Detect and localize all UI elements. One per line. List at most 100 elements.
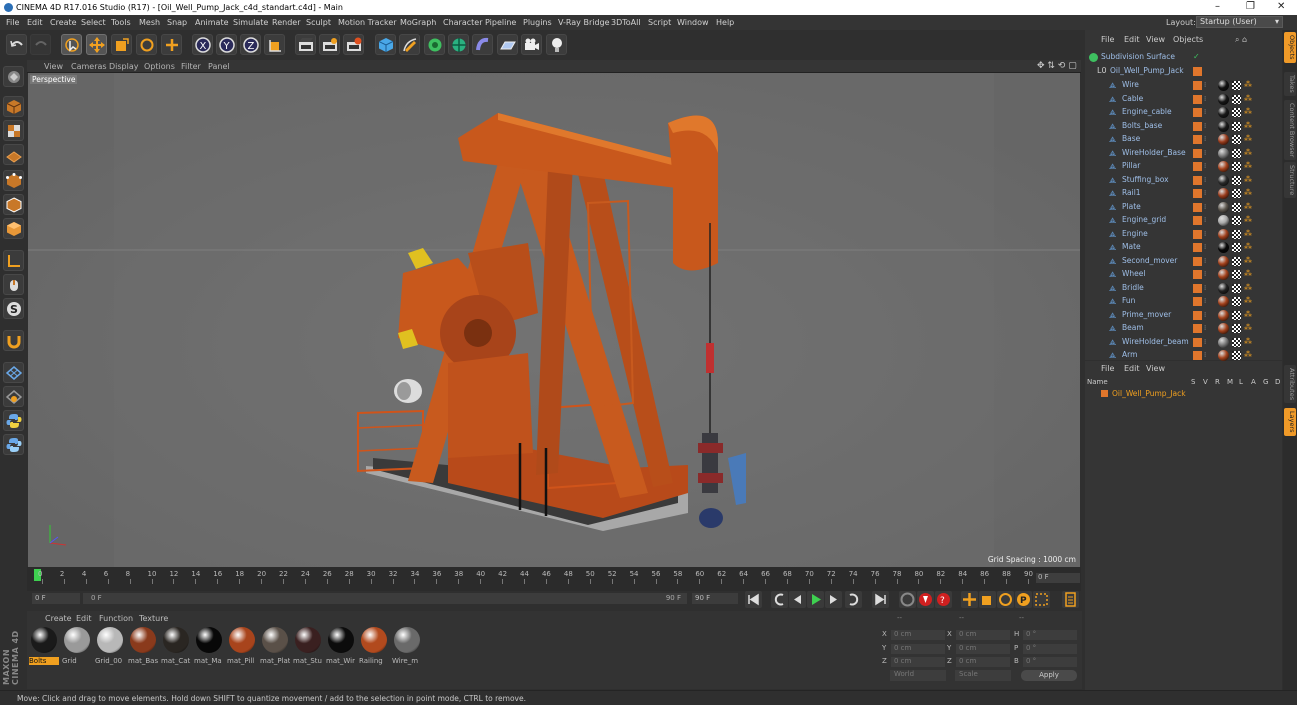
- key-position-icon[interactable]: [961, 591, 978, 608]
- size-mode-dropdown[interactable]: Scale: [955, 670, 1011, 681]
- texture-tag-icon[interactable]: ⁂: [1244, 148, 1254, 158]
- material-tag-icon[interactable]: [1218, 350, 1229, 361]
- layer-flag-column[interactable]: G: [1263, 378, 1268, 386]
- layer-color-swatch[interactable]: [1193, 243, 1202, 252]
- object-row[interactable]: ⟁ Plate ⁞ ⁂: [1085, 201, 1282, 215]
- cube-primitive-icon[interactable]: [375, 34, 396, 55]
- python-script-icon[interactable]: [3, 410, 24, 431]
- motion-record-icon[interactable]: [899, 591, 916, 608]
- texture-tag-icon[interactable]: ⁂: [1244, 94, 1254, 104]
- objects-menu-objects[interactable]: Objects: [1173, 35, 1203, 44]
- texture-tag-icon[interactable]: ⁂: [1244, 134, 1254, 144]
- texture-tag-icon[interactable]: ⁂: [1244, 310, 1254, 320]
- object-row[interactable]: ⟁ Stuffing_box ⁞ ⁂: [1085, 174, 1282, 188]
- menu-render[interactable]: Render: [272, 18, 300, 27]
- texture-tag-icon[interactable]: ⁂: [1244, 188, 1254, 198]
- menu-tools[interactable]: Tools: [111, 18, 131, 27]
- visibility-dots-icon[interactable]: ⁞: [1204, 257, 1207, 266]
- layer-color-swatch[interactable]: [1193, 202, 1202, 212]
- visibility-dots-icon[interactable]: ⁞: [1204, 176, 1207, 185]
- key-rotation-icon[interactable]: [997, 591, 1014, 608]
- end-frame-field[interactable]: 90 F: [692, 593, 738, 604]
- texture-tag-icon[interactable]: ⁂: [1244, 283, 1254, 293]
- object-row-group[interactable]: L0 Oil_Well_Pump_Jack: [1085, 65, 1282, 79]
- texture-tag-icon[interactable]: ⁂: [1244, 296, 1254, 306]
- tab-objects[interactable]: Objects: [1284, 32, 1296, 63]
- previous-frame-icon[interactable]: [789, 591, 806, 608]
- floor-icon[interactable]: [497, 34, 518, 55]
- play-icon[interactable]: [807, 591, 824, 608]
- uvw-tag-icon[interactable]: [1232, 94, 1241, 104]
- object-row[interactable]: ⟁ Base ⁞ ⁂: [1085, 133, 1282, 147]
- layer-color-swatch[interactable]: [1193, 351, 1202, 360]
- polygons-mode-icon[interactable]: [3, 218, 24, 239]
- viewport-menu-options[interactable]: Options: [144, 62, 175, 71]
- visibility-dots-icon[interactable]: ⁞: [1204, 351, 1207, 360]
- go-to-end-icon[interactable]: [872, 591, 889, 608]
- scale-tool-icon[interactable]: [111, 34, 132, 55]
- visibility-dots-icon[interactable]: ⁞: [1204, 230, 1207, 239]
- visibility-dots-icon[interactable]: ⁞: [1204, 135, 1207, 144]
- visibility-dots-icon[interactable]: ⁞: [1204, 324, 1207, 333]
- x-axis-lock-icon[interactable]: X: [192, 34, 213, 55]
- material-tag-icon[interactable]: [1218, 120, 1229, 132]
- texture-tag-icon[interactable]: ⁂: [1244, 337, 1254, 347]
- coordinate-value-field[interactable]: 0 °: [1023, 643, 1077, 654]
- material-tag-icon[interactable]: [1218, 107, 1229, 118]
- material-swatch[interactable]: mat_Pill: [227, 626, 257, 674]
- next-key-icon[interactable]: [845, 591, 862, 608]
- material-swatch[interactable]: mat_Plat: [260, 626, 290, 674]
- rotate-tool-icon[interactable]: [136, 34, 157, 55]
- menu-vray-bridge[interactable]: V-Ray Bridge: [558, 18, 610, 27]
- layer-color-swatch[interactable]: [1193, 283, 1202, 293]
- coordinate-system-icon[interactable]: [264, 34, 285, 55]
- menu-pipeline[interactable]: Pipeline: [485, 18, 516, 27]
- camera-icon[interactable]: [521, 34, 542, 55]
- material-tag-icon[interactable]: [1218, 296, 1229, 307]
- layer-color-swatch[interactable]: [1193, 135, 1202, 144]
- material-tag-icon[interactable]: [1218, 336, 1229, 348]
- coordinate-value-field[interactable]: 0 cm: [956, 630, 1010, 640]
- minimize-button[interactable]: –: [1215, 1, 1220, 12]
- material-menu-edit[interactable]: Edit: [76, 614, 92, 623]
- coordinate-value-field[interactable]: 0 cm: [956, 657, 1010, 667]
- uvw-tag-icon[interactable]: [1232, 148, 1241, 158]
- previous-key-icon[interactable]: [771, 591, 788, 608]
- material-swatch[interactable]: Grid_00: [95, 626, 125, 674]
- coord-mode-dropdown[interactable]: World: [890, 670, 946, 681]
- key-parameter-icon[interactable]: P: [1015, 591, 1032, 608]
- menu-file[interactable]: File: [6, 18, 19, 27]
- visibility-dots-icon[interactable]: ⁞: [1204, 81, 1207, 90]
- material-menu-create[interactable]: Create: [45, 614, 72, 623]
- texture-tag-icon[interactable]: ⁂: [1244, 242, 1254, 252]
- coordinate-value-field[interactable]: 0 cm: [891, 630, 945, 640]
- object-row[interactable]: ⟁ Cable ⁞ ⁂: [1085, 93, 1282, 107]
- layer-color-swatch[interactable]: [1193, 256, 1202, 266]
- layer-color-swatch[interactable]: [1193, 175, 1202, 185]
- menu-create[interactable]: Create: [50, 18, 77, 27]
- uvw-tag-icon[interactable]: [1232, 162, 1241, 171]
- layer-color-swatch[interactable]: [1193, 270, 1202, 279]
- points-mode-icon[interactable]: [3, 170, 24, 191]
- layer-color-swatch[interactable]: [1193, 67, 1202, 76]
- tab-takes[interactable]: Takes: [1284, 72, 1296, 96]
- uvw-tag-icon[interactable]: [1232, 324, 1241, 333]
- object-row[interactable]: ⟁ WireHolder_beam ⁞ ⁂: [1085, 336, 1282, 350]
- menu-3dtoall[interactable]: 3DToAll: [611, 18, 641, 27]
- material-tag-icon[interactable]: [1218, 134, 1229, 145]
- current-frame-field[interactable]: 0 F: [1036, 573, 1080, 583]
- layer-color-swatch[interactable]: [1193, 229, 1202, 239]
- python-console-icon[interactable]: [3, 434, 24, 455]
- coordinate-value-field[interactable]: 0 °: [1023, 630, 1077, 640]
- start-frame-field[interactable]: 0 F: [32, 593, 80, 604]
- render-settings-icon[interactable]: [343, 34, 364, 55]
- texture-tag-icon[interactable]: ⁂: [1244, 215, 1254, 225]
- visibility-dots-icon[interactable]: ⁞: [1204, 122, 1207, 131]
- uvw-tag-icon[interactable]: [1232, 189, 1241, 198]
- menu-select[interactable]: Select: [81, 18, 106, 27]
- object-row[interactable]: ⟁ WireHolder_Base ⁞ ⁂: [1085, 147, 1282, 161]
- tweak-mode-icon[interactable]: [3, 274, 24, 295]
- timeline-options-icon[interactable]: [1062, 591, 1079, 608]
- snapping-icon[interactable]: S: [3, 298, 24, 319]
- objects-menu-file[interactable]: File: [1101, 35, 1114, 44]
